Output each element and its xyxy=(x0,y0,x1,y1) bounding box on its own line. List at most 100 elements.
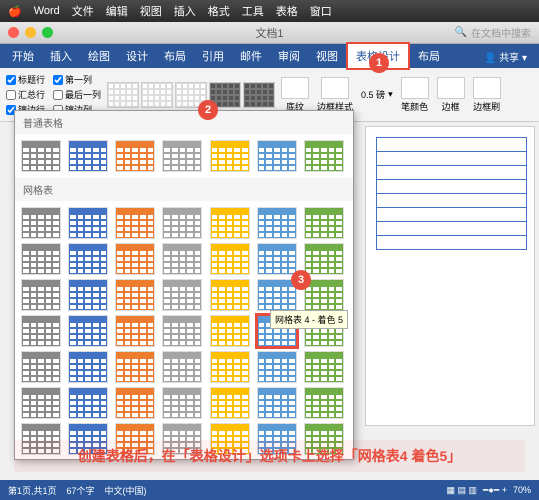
menu-table[interactable]: 表格 xyxy=(276,3,298,19)
chk-header-row[interactable]: 标题行 xyxy=(6,73,45,86)
gallery-style-item[interactable] xyxy=(257,387,297,419)
gallery-style-item[interactable] xyxy=(68,140,108,172)
section-plain: 普通表格 xyxy=(15,111,353,134)
gallery-style-item[interactable] xyxy=(115,207,155,239)
tab-insert[interactable]: 插入 xyxy=(42,44,80,68)
gallery-style-item[interactable] xyxy=(257,351,297,383)
chk-last-col[interactable]: 最后一列 xyxy=(53,88,101,101)
gallery-style-item[interactable] xyxy=(68,315,108,347)
gallery-style-item[interactable] xyxy=(162,315,202,347)
gallery-style-item[interactable] xyxy=(21,279,61,311)
close-button[interactable] xyxy=(8,27,19,38)
chk-first-col[interactable]: 第一列 xyxy=(53,73,92,86)
borders-button[interactable]: 边框 xyxy=(437,77,465,113)
callout-2: 2 xyxy=(198,100,218,120)
gallery-style-item[interactable] xyxy=(21,351,61,383)
zoom-level[interactable]: 70% xyxy=(513,485,531,495)
gallery-style-item[interactable] xyxy=(115,387,155,419)
search-input[interactable]: 🔍 在文档中搜索 xyxy=(455,25,531,40)
gallery-style-item[interactable] xyxy=(162,243,202,275)
border-weight-select[interactable]: 0.5 磅▾ xyxy=(361,88,393,101)
tab-view[interactable]: 视图 xyxy=(308,44,346,68)
gallery-style-item[interactable] xyxy=(210,140,250,172)
menu-file[interactable]: 文件 xyxy=(72,3,94,19)
document-table[interactable] xyxy=(376,137,527,250)
gallery-style-item[interactable] xyxy=(257,207,297,239)
gallery-style-item[interactable] xyxy=(21,315,61,347)
gallery-style-item[interactable] xyxy=(304,351,344,383)
shading-button[interactable]: 底纹 xyxy=(281,77,309,113)
gallery-style-item[interactable] xyxy=(68,351,108,383)
style-preview-5[interactable] xyxy=(243,82,275,108)
tab-mailings[interactable]: 邮件 xyxy=(232,44,270,68)
word-count[interactable]: 67个字 xyxy=(67,484,95,497)
gallery-style-item[interactable] xyxy=(304,207,344,239)
share-button[interactable]: 👤 共享 ▾ xyxy=(476,45,535,68)
gallery-style-item[interactable] xyxy=(21,387,61,419)
gallery-style-item[interactable] xyxy=(210,279,250,311)
gallery-style-item[interactable] xyxy=(162,140,202,172)
apple-menu[interactable]: 🍎 xyxy=(8,5,22,18)
chk-total-row[interactable]: 汇总行 xyxy=(6,88,45,101)
gallery-style-item[interactable] xyxy=(257,140,297,172)
gallery-style-item[interactable] xyxy=(162,207,202,239)
gallery-style-item[interactable] xyxy=(304,140,344,172)
gallery-style-item[interactable] xyxy=(68,279,108,311)
border-style-button[interactable]: 边框样式 xyxy=(317,77,353,113)
document-title: 文档1 xyxy=(255,25,283,41)
page-indicator[interactable]: 第1页,共1页 xyxy=(8,484,57,497)
tab-review[interactable]: 审阅 xyxy=(270,44,308,68)
window-titlebar: 文档1 🔍 在文档中搜索 xyxy=(0,22,539,44)
gallery-style-item[interactable] xyxy=(210,387,250,419)
gallery-style-item[interactable] xyxy=(21,243,61,275)
gallery-style-item[interactable] xyxy=(162,279,202,311)
style-preview-2[interactable] xyxy=(141,82,173,108)
gallery-style-item[interactable] xyxy=(210,351,250,383)
menu-view[interactable]: 视图 xyxy=(140,3,162,19)
app-name[interactable]: Word xyxy=(34,5,60,17)
gallery-style-item[interactable] xyxy=(115,351,155,383)
gallery-style-item[interactable] xyxy=(115,279,155,311)
zoom-slider[interactable]: ━●━ + xyxy=(483,485,507,496)
gallery-style-item[interactable] xyxy=(115,315,155,347)
menu-insert[interactable]: 插入 xyxy=(174,3,196,19)
document-canvas[interactable] xyxy=(365,126,535,426)
menu-edit[interactable]: 编辑 xyxy=(106,3,128,19)
gallery-style-item[interactable] xyxy=(115,243,155,275)
style-preview-1[interactable] xyxy=(107,82,139,108)
gallery-style-item[interactable] xyxy=(304,243,344,275)
gallery-style-item[interactable] xyxy=(162,351,202,383)
language[interactable]: 中文(中国) xyxy=(105,484,147,497)
menu-format[interactable]: 格式 xyxy=(208,3,230,19)
gallery-style-item[interactable] xyxy=(210,207,250,239)
tab-draw[interactable]: 绘图 xyxy=(80,44,118,68)
minimize-button[interactable] xyxy=(25,27,36,38)
gallery-style-item[interactable] xyxy=(21,207,61,239)
gallery-style-item[interactable] xyxy=(115,140,155,172)
menu-tools[interactable]: 工具 xyxy=(242,3,264,19)
gallery-style-item[interactable] xyxy=(68,243,108,275)
system-menubar: 🍎 Word 文件 编辑 视图 插入 格式 工具 表格 窗口 xyxy=(0,0,539,22)
gallery-style-item[interactable] xyxy=(162,387,202,419)
tab-home[interactable]: 开始 xyxy=(4,44,42,68)
gallery-style-item[interactable] xyxy=(210,315,250,347)
gallery-style-item[interactable] xyxy=(68,207,108,239)
menu-window[interactable]: 窗口 xyxy=(310,3,332,19)
zoom-button[interactable] xyxy=(42,27,53,38)
pen-color-button[interactable]: 笔颜色 xyxy=(401,77,429,113)
gallery-style-item[interactable] xyxy=(210,243,250,275)
gallery-style-item[interactable] xyxy=(304,387,344,419)
tab-table-layout[interactable]: 布局 xyxy=(410,44,448,68)
style-tooltip: 网格表 4 - 着色 5 xyxy=(270,310,348,329)
callout-1: 1 xyxy=(369,53,389,73)
tab-references[interactable]: 引用 xyxy=(194,44,232,68)
tab-design[interactable]: 设计 xyxy=(118,44,156,68)
gallery-style-item[interactable] xyxy=(257,243,297,275)
gallery-style-item[interactable] xyxy=(257,279,297,311)
tab-layout[interactable]: 布局 xyxy=(156,44,194,68)
chevron-down-icon: ▾ xyxy=(388,89,393,100)
gallery-style-item[interactable] xyxy=(21,140,61,172)
view-buttons[interactable]: ▦ ▤ ▥ xyxy=(446,485,477,496)
gallery-style-item[interactable] xyxy=(68,387,108,419)
border-painter-button[interactable]: 边框刷 xyxy=(473,77,501,113)
